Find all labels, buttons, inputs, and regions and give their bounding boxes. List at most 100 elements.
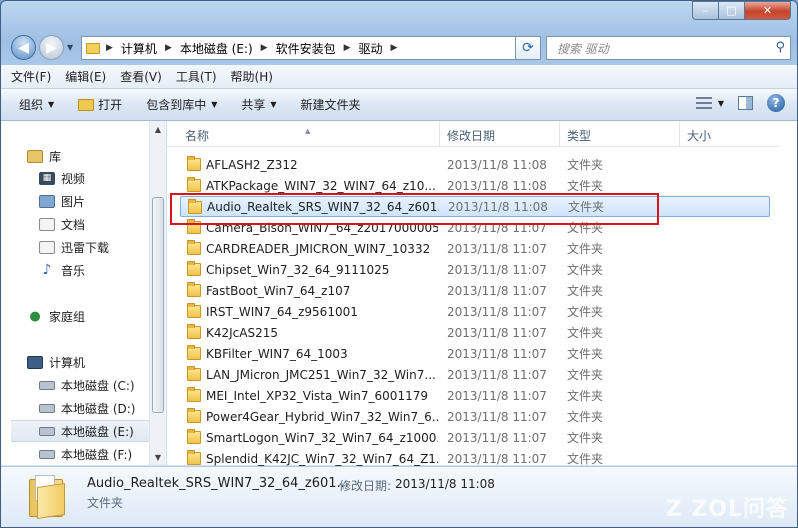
share-button[interactable]: 共享 ▼ <box>241 96 276 113</box>
column-divider[interactable] <box>679 121 680 147</box>
column-date[interactable]: 修改日期 <box>447 127 495 144</box>
file-name: AFLASH2_Z312 <box>206 157 298 172</box>
file-row[interactable]: Chipset_Win7_32_64_9111025 2013/11/8 11:0… <box>167 259 779 280</box>
file-type: 文件夹 <box>567 305 604 319</box>
arrow-left-icon: ◀ <box>18 39 29 56</box>
breadcrumb-drivers[interactable]: 驱动 <box>359 40 383 57</box>
search-icon[interactable]: ⚲ <box>775 40 785 55</box>
file-name: MEI_Intel_XP32_Vista_Win7_6001179 <box>206 388 428 403</box>
file-date: 2013/11/8 11:07 <box>447 367 547 382</box>
file-row[interactable]: AFLASH2_Z312 2013/11/8 11:08 文件夹 <box>167 154 779 175</box>
chevron-down-icon[interactable]: ▼ <box>718 99 724 108</box>
file-row[interactable]: FastBoot_Win7_64_z107 2013/11/8 11:07 文件夹 <box>167 280 779 301</box>
column-headers: ▲ 名称 修改日期 类型 大小 <box>167 121 779 147</box>
nav-scroll-thumb[interactable] <box>152 197 164 413</box>
recent-pages-dropdown[interactable]: ▼ <box>67 43 73 52</box>
organize-label: 组织 <box>19 98 44 112</box>
nav-library-label: 库 <box>49 149 62 164</box>
menu-edit[interactable]: 编辑(E) <box>65 68 106 85</box>
include-in-library-button[interactable]: 包含到库中 ▼ <box>146 96 217 113</box>
music-icon: ♪ <box>42 262 52 278</box>
chevron-right-icon[interactable]: ▶ <box>165 43 172 53</box>
preview-pane-icon[interactable] <box>738 96 753 110</box>
nav-drive-e[interactable]: 本地磁盘 (E:) <box>11 420 149 442</box>
nav-documents-label: 文档 <box>61 217 86 232</box>
file-type: 文件夹 <box>567 410 604 424</box>
nav-video-label: 视频 <box>61 171 86 186</box>
folder-icon <box>187 156 201 171</box>
menu-view[interactable]: 查看(V) <box>120 68 162 85</box>
chevron-right-icon[interactable]: ▶ <box>106 43 113 53</box>
help-icon[interactable]: ? <box>767 94 785 112</box>
large-folder-icon <box>29 473 67 519</box>
column-name[interactable]: 名称 <box>185 127 209 144</box>
file-date: 2013/11/8 11:07 <box>447 409 547 424</box>
documents-icon <box>39 217 55 231</box>
file-row[interactable]: KBFilter_WIN7_64_1003 2013/11/8 11:07 文件夹 <box>167 343 779 364</box>
homegroup-icon: ● <box>29 308 41 324</box>
minimize-button[interactable]: – <box>692 1 719 20</box>
nav-music-label: 音乐 <box>61 263 86 278</box>
file-type: 文件夹 <box>567 179 604 193</box>
new-folder-button[interactable]: 新建文件夹 <box>301 96 361 113</box>
folder-icon <box>187 324 201 339</box>
arrow-right-icon: ▶ <box>46 39 57 56</box>
file-row[interactable]: CARDREADER_JMICRON_WIN7_10332 2013/11/8 1… <box>167 238 779 259</box>
close-icon: ✕ <box>762 4 773 17</box>
view-list-icon[interactable] <box>695 97 712 109</box>
nav-drive-d-label: 本地磁盘 (D:) <box>61 401 136 416</box>
file-row[interactable]: MEI_Intel_XP32_Vista_Win7_6001179 2013/11… <box>167 385 779 406</box>
file-name: Splendid_K42JC_Win7_32_Win7_64_Z1... <box>206 451 438 466</box>
column-divider[interactable] <box>559 121 560 147</box>
nav-xunlei-label: 迅雷下载 <box>61 240 110 255</box>
file-row[interactable]: Power4Gear_Hybrid_Win7_32_Win7_6... 2013/… <box>167 406 779 427</box>
folder-front <box>37 483 65 519</box>
command-bar: 组织 ▼ 打开 包含到库中 ▼ 共享 ▼ 新建文件夹 ▼ ? <box>1 89 797 121</box>
scroll-up-icon[interactable]: ▲ <box>150 121 166 137</box>
chevron-right-icon[interactable]: ▶ <box>391 43 398 53</box>
nav-pictures-label: 图片 <box>61 194 86 209</box>
folder-icon <box>187 177 201 192</box>
breadcrumb-software[interactable]: 软件安装包 <box>276 40 336 57</box>
view-controls: ▼ ? <box>682 94 785 112</box>
chevron-right-icon[interactable]: ▶ <box>261 43 268 53</box>
breadcrumb-computer[interactable]: 计算机 <box>121 40 157 57</box>
nav-computer-label: 计算机 <box>49 355 86 370</box>
menu-help[interactable]: 帮助(H) <box>231 68 273 85</box>
nav-drive-f-label: 本地磁盘 (F:) <box>61 447 133 462</box>
file-row[interactable]: SmartLogon_Win7_32_Win7_64_z1000... 2013/… <box>167 427 779 448</box>
file-row[interactable]: LAN_JMicron_JMC251_Win7_32_Win7... 2013/1… <box>167 364 779 385</box>
maximize-icon: □ <box>726 4 737 17</box>
column-size[interactable]: 大小 <box>687 127 711 144</box>
breadcrumb: ▶ 计算机 ▶ 本地磁盘 (E:) ▶ 软件安装包 ▶ 驱动 ▶ <box>106 40 405 57</box>
file-row[interactable]: IRST_WIN7_64_z9561001 2013/11/8 11:07 文件夹 <box>167 301 779 322</box>
back-button[interactable]: ◀ <box>11 35 36 60</box>
file-type: 文件夹 <box>567 284 604 298</box>
maximize-button[interactable]: □ <box>719 1 745 20</box>
address-bar[interactable]: ▶ 计算机 ▶ 本地磁盘 (E:) ▶ 软件安装包 ▶ 驱动 ▶ ▼ <box>81 36 541 60</box>
menu-file[interactable]: 文件(F) <box>11 68 51 85</box>
watermark: Z ZOL问答 <box>665 497 789 522</box>
column-type[interactable]: 类型 <box>567 127 591 144</box>
refresh-button[interactable]: ⟳ <box>515 36 541 60</box>
folder-icon <box>187 408 201 423</box>
open-button[interactable]: 打开 <box>78 96 122 113</box>
file-date: 2013/11/8 11:08 <box>447 157 547 172</box>
file-name: K42JcAS215 <box>206 325 279 340</box>
scroll-down-icon[interactable]: ▼ <box>150 449 166 465</box>
organize-button[interactable]: 组织 ▼ <box>19 96 54 113</box>
file-row[interactable]: K42JcAS215 2013/11/8 11:07 文件夹 <box>167 322 779 343</box>
search-box[interactable]: 搜索 驱动 ⚲ <box>546 36 791 60</box>
nav-drive-e-label: 本地磁盘 (E:) <box>61 424 134 439</box>
file-type: 文件夹 <box>567 452 604 466</box>
file-name: FastBoot_Win7_64_z107 <box>206 283 351 298</box>
close-button[interactable]: ✕ <box>745 1 791 20</box>
chevron-right-icon[interactable]: ▶ <box>344 43 351 53</box>
file-type: 文件夹 <box>567 431 604 445</box>
column-divider[interactable] <box>439 121 440 147</box>
menu-tools[interactable]: 工具(T) <box>176 68 217 85</box>
breadcrumb-drive-e[interactable]: 本地磁盘 (E:) <box>180 40 253 57</box>
nav-scrollbar[interactable]: ▲ ▼ <box>149 121 166 465</box>
forward-button[interactable]: ▶ <box>39 35 64 60</box>
file-date: 2013/11/8 11:07 <box>447 325 547 340</box>
